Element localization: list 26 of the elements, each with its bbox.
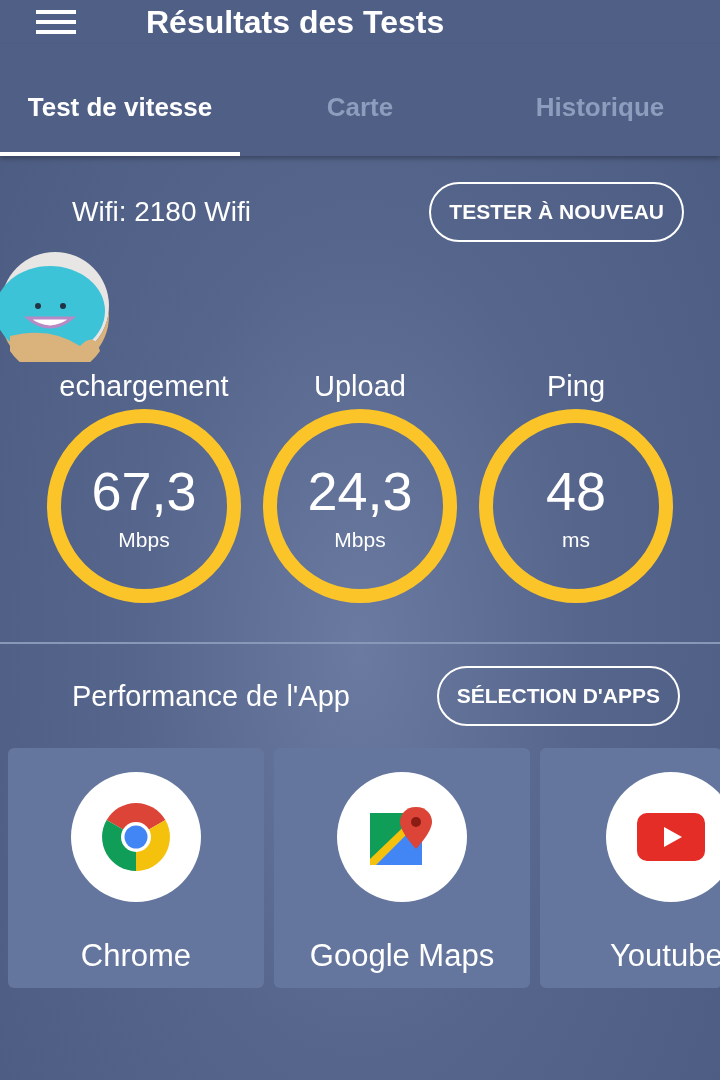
metric-label: Upload	[314, 370, 406, 403]
chrome-logo-icon	[102, 803, 170, 871]
tab[interactable]: Carte	[240, 44, 480, 156]
metric-unit: Mbps	[334, 528, 386, 552]
test-again-button[interactable]: TESTER À NOUVEAU	[429, 182, 684, 242]
smiling-globe-avatar-icon	[0, 250, 110, 362]
section-title: Performance de l'App	[72, 679, 350, 713]
metric-value: 24,3	[307, 460, 413, 522]
metric-label: echargement	[59, 370, 229, 403]
metric-unit: Mbps	[118, 528, 170, 552]
app-card[interactable]: Chrome	[8, 748, 264, 988]
app-title: Résultats des Tests	[146, 3, 445, 41]
select-apps-button[interactable]: SÉLECTION D'APPS	[436, 666, 680, 726]
metric-value: 48	[545, 460, 607, 522]
app-name: Google Maps	[309, 938, 495, 974]
map-pin-icon	[370, 807, 434, 867]
app-card[interactable]: Google Maps	[274, 748, 530, 988]
tab[interactable]: Test de vitesse	[0, 44, 240, 156]
tab[interactable]: Historique	[480, 44, 720, 156]
play-button-icon	[637, 813, 705, 861]
metric-value: 67,3	[91, 460, 197, 522]
metric-label: Ping	[546, 370, 605, 403]
metric-unit: ms	[562, 528, 590, 552]
app-name: Chrome	[80, 938, 192, 974]
network-name: Wifi: 2180 Wifi	[72, 196, 251, 228]
menu-icon[interactable]	[36, 9, 76, 35]
